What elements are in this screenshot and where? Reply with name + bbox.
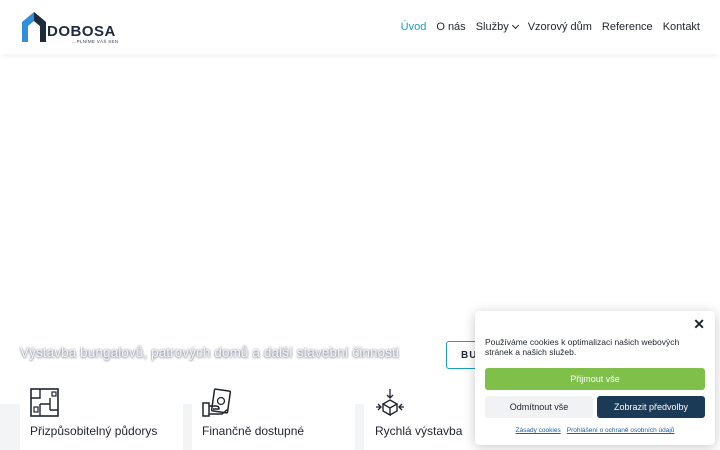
feature-item: Finančně dostupné xyxy=(192,384,352,450)
logo-tagline: ...PLNÍME VÁŠ SEN xyxy=(72,39,119,44)
feature-label: Finančně dostupné xyxy=(202,424,305,438)
nav-label: Úvod xyxy=(400,21,427,33)
main-nav: Úvod O nás Služby Vzorový dům Reference … xyxy=(401,20,700,34)
nav-item-sluzby[interactable]: Služby xyxy=(475,20,519,34)
feature-card-bg xyxy=(355,404,364,450)
floor-plan-icon xyxy=(30,388,59,417)
nav-item-o-nas[interactable]: O nás xyxy=(436,20,465,34)
privacy-policy-link[interactable]: Prohlášení o ochraně osobních údajů xyxy=(567,427,675,434)
nav-item-uvod[interactable]: Úvod xyxy=(401,20,427,34)
nav-item-vzorovy-dum[interactable]: Vzorový dům xyxy=(528,20,592,34)
feature-label: Přizpůsobitelný půdorys xyxy=(30,424,158,438)
show-preferences-button[interactable]: Zobrazit předvolby xyxy=(597,396,705,418)
feature-card-bg xyxy=(0,404,20,450)
nav-item-reference[interactable]: Reference xyxy=(602,20,653,34)
accept-all-button[interactable]: Přijmout vše xyxy=(485,368,705,390)
cookie-message: Používáme cookies k optimalizaci našich … xyxy=(485,337,680,357)
money-hand-icon xyxy=(202,388,232,417)
nav-item-kontakt[interactable]: Kontakt xyxy=(663,20,700,34)
deny-all-button[interactable]: Odmítnout vše xyxy=(485,396,593,418)
nav-label: O nás xyxy=(436,21,466,33)
cookie-consent-dialog: ✕ Používáme cookies k optimalizaci našic… xyxy=(475,311,715,445)
cookie-policy-link[interactable]: Zásady cookies xyxy=(516,427,561,434)
house-logo-icon xyxy=(22,12,46,42)
logo-name: DOBOSA xyxy=(47,23,116,40)
site-logo[interactable]: DOBOSA ...PLNÍME VÁŠ SEN xyxy=(20,10,130,46)
nav-label: Reference xyxy=(601,21,653,33)
site-header: DOBOSA ...PLNÍME VÁŠ SEN Úvod O nás Služ… xyxy=(0,0,720,54)
feature-card-bg xyxy=(183,404,192,450)
feature-label: Rychlá výstavba xyxy=(375,424,463,438)
chevron-down-icon xyxy=(511,21,519,30)
nav-label: Služby xyxy=(475,21,509,33)
nav-label: Vzorový dům xyxy=(527,21,592,33)
nav-label: Kontakt xyxy=(662,21,700,33)
hero-subtitle: Výstavba bungalovů, patrových domů a dal… xyxy=(20,345,399,360)
close-icon[interactable]: ✕ xyxy=(693,317,705,331)
feature-item: Přizpůsobitelný půdorys xyxy=(20,384,180,450)
box-arrows-icon xyxy=(376,389,404,417)
cookie-links: Zásady cookies Prohlášení o ochraně osob… xyxy=(475,427,715,434)
